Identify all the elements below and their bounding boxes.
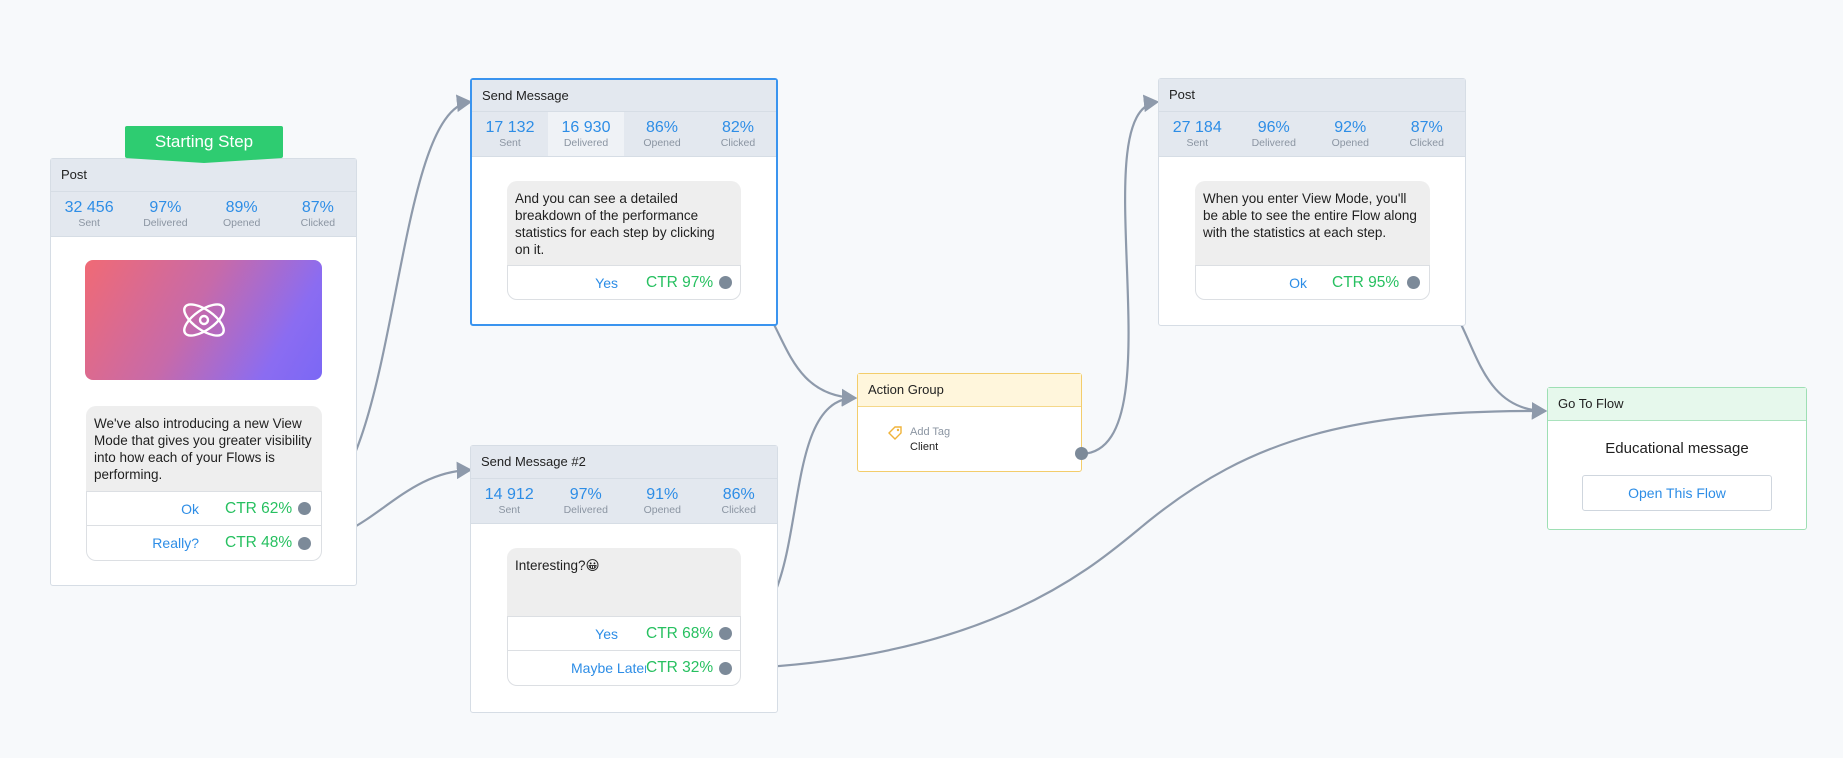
stat-clicked[interactable]: 82% Clicked <box>700 112 776 156</box>
node-title: Send Message <box>472 80 776 112</box>
wire-action-to-post2 <box>1081 94 1160 456</box>
stat-sent[interactable]: 27 184 Sent <box>1159 112 1236 156</box>
node-stats: 17 132 Sent 16 930 Delivered 86% Opened 82%… <box>472 112 776 157</box>
node-title: Send Message #2 <box>471 446 777 479</box>
media-image <box>85 260 322 380</box>
atom-icon <box>183 303 225 337</box>
node-title: Action Group <box>858 374 1081 407</box>
node-stats: 14 912 Sent 97% Delivered 91% Opened 86% Cli… <box>471 479 777 524</box>
stat-clicked[interactable]: 87% Clicked <box>280 192 356 236</box>
tag-action-value: Client <box>910 441 939 453</box>
output-port[interactable] <box>719 627 732 640</box>
action-group-node[interactable]: Action Group Add Tag Client <box>857 373 1082 472</box>
node-title: Go To Flow <box>1548 388 1806 421</box>
stat-sent[interactable]: 14 912 Sent <box>471 479 548 523</box>
stat-delivered[interactable]: 97% Delivered <box>127 192 203 236</box>
flow-name: Educational message <box>1605 440 1749 457</box>
wire-send2-later-to-goto <box>725 402 1548 671</box>
output-port[interactable] <box>719 276 732 289</box>
tag-icon <box>888 426 902 440</box>
reply-button-yes[interactable]: Yes CTR 68% <box>507 616 741 651</box>
reply-button-yes[interactable]: Yes CTR 97% <box>507 265 741 300</box>
reply-button-ok[interactable]: Ok CTR 95% <box>1195 265 1430 300</box>
node-title: Post <box>51 159 356 192</box>
stat-clicked[interactable]: 87% Clicked <box>1389 112 1466 156</box>
reply-button-really[interactable]: Really? CTR 48% <box>86 526 322 561</box>
open-flow-button[interactable]: Open This Flow <box>1582 475 1772 511</box>
output-port[interactable] <box>298 537 311 550</box>
tag-action-label: Add Tag <box>910 426 951 438</box>
stat-clicked[interactable]: 86% Clicked <box>701 479 778 523</box>
starting-step-badge: Starting Step <box>125 126 283 158</box>
message-bubble: We've also introducing a new View Mode t… <box>86 406 322 491</box>
output-port[interactable] <box>298 502 311 515</box>
node-stats: 32 456 Sent 97% Delivered 89% Opened 87% Cli… <box>51 192 356 237</box>
stat-sent[interactable]: 32 456 Sent <box>51 192 127 236</box>
message-bubble: Interesting?😀 <box>507 548 741 616</box>
stat-delivered[interactable]: 16 930 Delivered <box>548 112 624 156</box>
stat-delivered[interactable]: 97% Delivered <box>548 479 625 523</box>
message-bubble: When you enter View Mode, you'll be able… <box>1195 181 1430 265</box>
output-port[interactable] <box>1407 276 1420 289</box>
output-port[interactable] <box>1075 447 1088 460</box>
stat-sent[interactable]: 17 132 Sent <box>472 112 548 156</box>
message-bubble: And you can see a detailed breakdown of … <box>507 181 741 265</box>
reply-button-ok[interactable]: Ok CTR 62% <box>86 491 322 526</box>
reply-button-maybe-later[interactable]: Maybe Later CTR 32% <box>507 651 741 686</box>
node-stats: 27 184 Sent 96% Delivered 92% Opened 87% Cli… <box>1159 112 1465 157</box>
stat-opened[interactable]: 89% Opened <box>204 192 280 236</box>
stat-delivered[interactable]: 96% Delivered <box>1236 112 1313 156</box>
stat-opened[interactable]: 86% Opened <box>624 112 700 156</box>
output-port[interactable] <box>719 662 732 675</box>
node-title: Post <box>1159 79 1465 112</box>
stat-opened[interactable]: 91% Opened <box>624 479 701 523</box>
stat-opened[interactable]: 92% Opened <box>1312 112 1389 156</box>
